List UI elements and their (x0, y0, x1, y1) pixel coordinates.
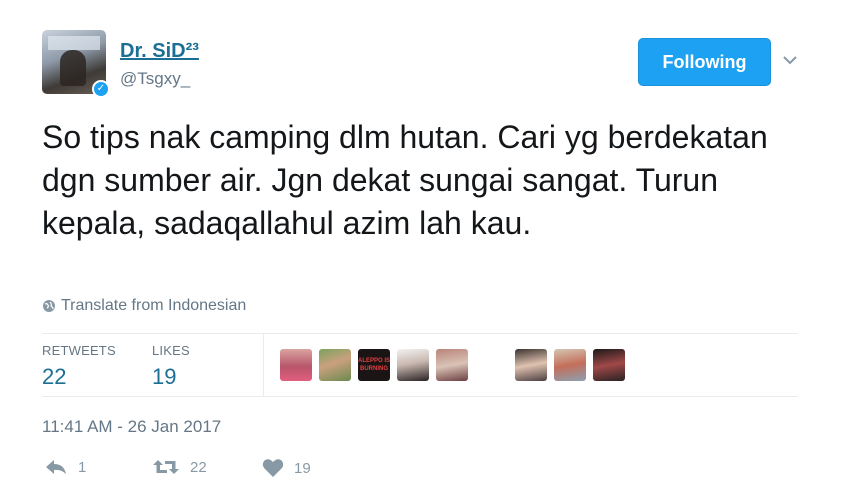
liker-avatar-2[interactable] (319, 349, 351, 381)
heart-icon (262, 459, 284, 477)
retweets-count: 22 (42, 364, 67, 389)
likes-count: 19 (152, 364, 177, 389)
retweets-label: RETWEETS (42, 343, 116, 358)
liker-avatar-8[interactable] (593, 349, 625, 381)
liker-avatar-3[interactable]: ALEPPO IS BURNING (358, 349, 390, 381)
display-name[interactable]: Dr. SiD²³ (120, 40, 199, 63)
like-count: 19 (294, 459, 311, 477)
avatar-figure (60, 50, 86, 86)
liker-avatar-6[interactable] (515, 349, 547, 381)
liker-avatar-5[interactable] (436, 349, 468, 381)
divider-top (42, 333, 798, 334)
likes-stat[interactable]: LIKES 19 (152, 343, 190, 390)
reply-button[interactable]: 1 (44, 458, 86, 476)
reply-icon (46, 460, 66, 474)
liker-avatar-3-text: ALEPPO IS BURNING (358, 358, 390, 372)
liker-avatar-1[interactable] (280, 349, 312, 381)
like-button[interactable]: 19 (262, 458, 311, 478)
stats-separator (263, 334, 264, 396)
chevron-down-icon[interactable] (780, 50, 800, 70)
tweet-timestamp[interactable]: 11:41 AM - 26 Jan 2017 (42, 417, 221, 437)
liker-avatar-7[interactable] (554, 349, 586, 381)
liker-avatar-4[interactable] (397, 349, 429, 381)
user-handle[interactable]: @Tsgxy_ (120, 69, 190, 89)
verified-badge-icon: ✓ (92, 80, 110, 98)
retweet-count: 22 (190, 458, 207, 476)
retweets-stat[interactable]: RETWEETS 22 (42, 343, 116, 390)
following-button[interactable]: Following (638, 38, 771, 86)
retweet-button[interactable]: 22 (152, 458, 207, 476)
translate-link[interactable]: Translate from Indonesian (42, 297, 246, 315)
avatar-window (48, 36, 100, 50)
likes-label: LIKES (152, 343, 190, 358)
divider-bottom (42, 396, 798, 397)
retweet-icon (153, 460, 179, 474)
tweet-text: So tips nak camping dlm hutan. Cari yg b… (42, 119, 768, 241)
reply-count: 1 (78, 458, 87, 476)
globe-icon (43, 300, 55, 312)
translate-label: Translate from Indonesian (61, 297, 247, 314)
